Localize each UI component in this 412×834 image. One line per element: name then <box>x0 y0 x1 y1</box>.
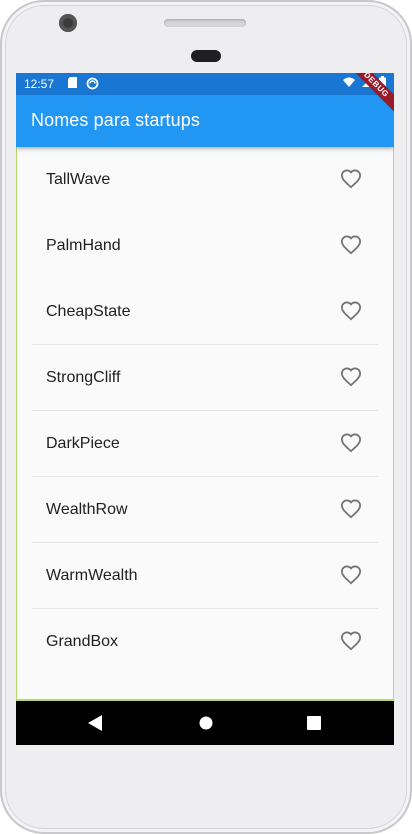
status-bar: 12:57 <box>16 73 394 95</box>
front-camera <box>59 14 77 32</box>
heart-outline-icon[interactable] <box>340 631 362 651</box>
recents-icon[interactable] <box>307 716 321 730</box>
startup-name-list[interactable]: TallWave PalmHand CheapState StrongCliff <box>16 147 394 701</box>
list-item-label: TallWave <box>46 171 111 188</box>
heart-outline-icon[interactable] <box>340 433 362 453</box>
home-icon[interactable] <box>199 716 213 730</box>
earpiece-speaker <box>164 19 246 27</box>
list-item-label: CheapState <box>46 303 131 320</box>
heart-outline-icon[interactable] <box>340 565 362 585</box>
page-title: Nomes para startups <box>31 110 200 130</box>
list-item[interactable]: StrongCliff <box>32 345 378 411</box>
heart-outline-icon[interactable] <box>340 235 362 255</box>
wifi-icon <box>343 77 356 87</box>
sd-card-icon <box>68 77 77 88</box>
list-item[interactable]: PalmHand <box>32 213 378 279</box>
heart-outline-icon[interactable] <box>340 499 362 519</box>
phone-frame: 12:57 Nomes para startups DEBUG TallWave… <box>0 0 412 834</box>
back-icon[interactable] <box>88 715 102 731</box>
list-item[interactable]: TallWave <box>32 147 378 213</box>
status-time: 12:57 <box>24 77 55 91</box>
system-nav-bar <box>16 701 394 745</box>
proximity-sensor <box>191 50 221 62</box>
list-item[interactable]: GrandBox <box>32 609 378 675</box>
heart-outline-icon[interactable] <box>340 301 362 321</box>
sync-icon <box>86 77 99 90</box>
app-bar: Nomes para startups <box>16 95 394 147</box>
heart-outline-icon[interactable] <box>340 367 362 387</box>
list-item[interactable]: DarkPiece <box>32 411 378 477</box>
list-item-label: GrandBox <box>46 633 119 650</box>
heart-outline-icon[interactable] <box>340 169 362 189</box>
list-item[interactable]: WarmWealth <box>32 543 378 609</box>
list-item-label: StrongCliff <box>46 369 121 386</box>
list-item-label: DarkPiece <box>46 435 120 452</box>
list-item-label: WealthRow <box>46 501 128 518</box>
list-item-label: WarmWealth <box>46 567 138 584</box>
list-item-label: PalmHand <box>46 237 121 254</box>
device-screen: 12:57 Nomes para startups DEBUG TallWave… <box>16 73 394 745</box>
list-item[interactable]: CheapState <box>32 279 378 345</box>
list-item[interactable]: WealthRow <box>32 477 378 543</box>
